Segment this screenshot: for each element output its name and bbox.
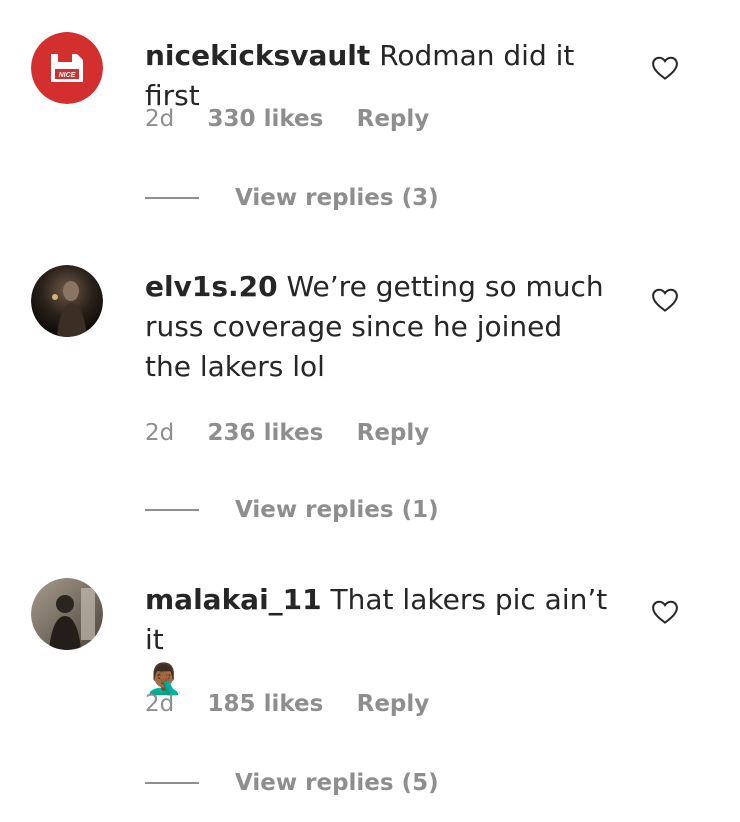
like-button[interactable]	[650, 53, 680, 83]
replies-divider	[145, 197, 199, 199]
replies-divider	[145, 509, 199, 511]
view-replies-button[interactable]: View replies (1)	[145, 493, 439, 527]
view-replies-label: View replies (5)	[235, 770, 439, 796]
like-button[interactable]	[650, 285, 680, 315]
comment-username[interactable]: nicekicksvault	[145, 39, 370, 72]
avatar[interactable]	[31, 578, 103, 650]
comment-time[interactable]: 2d	[145, 106, 174, 132]
comment-time[interactable]: 2d	[145, 420, 174, 446]
reply-button[interactable]: Reply	[357, 106, 430, 132]
likes-count[interactable]: 236 likes	[208, 420, 324, 446]
user-photo-icon	[31, 578, 103, 650]
comment-text: elv1s.20 We’re getting so much russ cove…	[145, 267, 615, 387]
heart-outline-icon	[652, 56, 678, 80]
reply-button[interactable]: Reply	[357, 420, 430, 446]
likes-count[interactable]: 185 likes	[208, 691, 324, 717]
comment-meta: 2d 236 likes Reply	[145, 420, 455, 446]
comment-meta: 2d 330 likes Reply	[145, 106, 455, 132]
comment-meta: 2d 185 likes Reply	[145, 691, 455, 717]
heart-outline-icon	[652, 288, 678, 312]
reply-button[interactable]: Reply	[357, 691, 430, 717]
comment-text: malakai_11 That lakers pic ain’t it 🤦🏾‍♂…	[145, 580, 615, 700]
comment-username[interactable]: elv1s.20	[145, 270, 278, 303]
view-replies-button[interactable]: View replies (5)	[145, 766, 439, 800]
svg-text:NICE: NICE	[59, 72, 76, 79]
replies-divider	[145, 782, 199, 784]
like-button[interactable]	[650, 597, 680, 627]
heart-outline-icon	[652, 600, 678, 624]
nicekicksvault-logo-icon: NICE	[31, 32, 103, 104]
comment-time[interactable]: 2d	[145, 691, 174, 717]
comment-text: nicekicksvault Rodman did it first	[145, 36, 615, 116]
avatar[interactable]	[31, 265, 103, 337]
user-photo-icon	[31, 265, 103, 337]
view-replies-button[interactable]: View replies (3)	[145, 181, 439, 215]
comment-username[interactable]: malakai_11	[145, 583, 322, 616]
likes-count[interactable]: 330 likes	[208, 106, 324, 132]
view-replies-label: View replies (1)	[235, 497, 439, 523]
view-replies-label: View replies (3)	[235, 185, 439, 211]
avatar[interactable]: NICE	[31, 32, 103, 104]
